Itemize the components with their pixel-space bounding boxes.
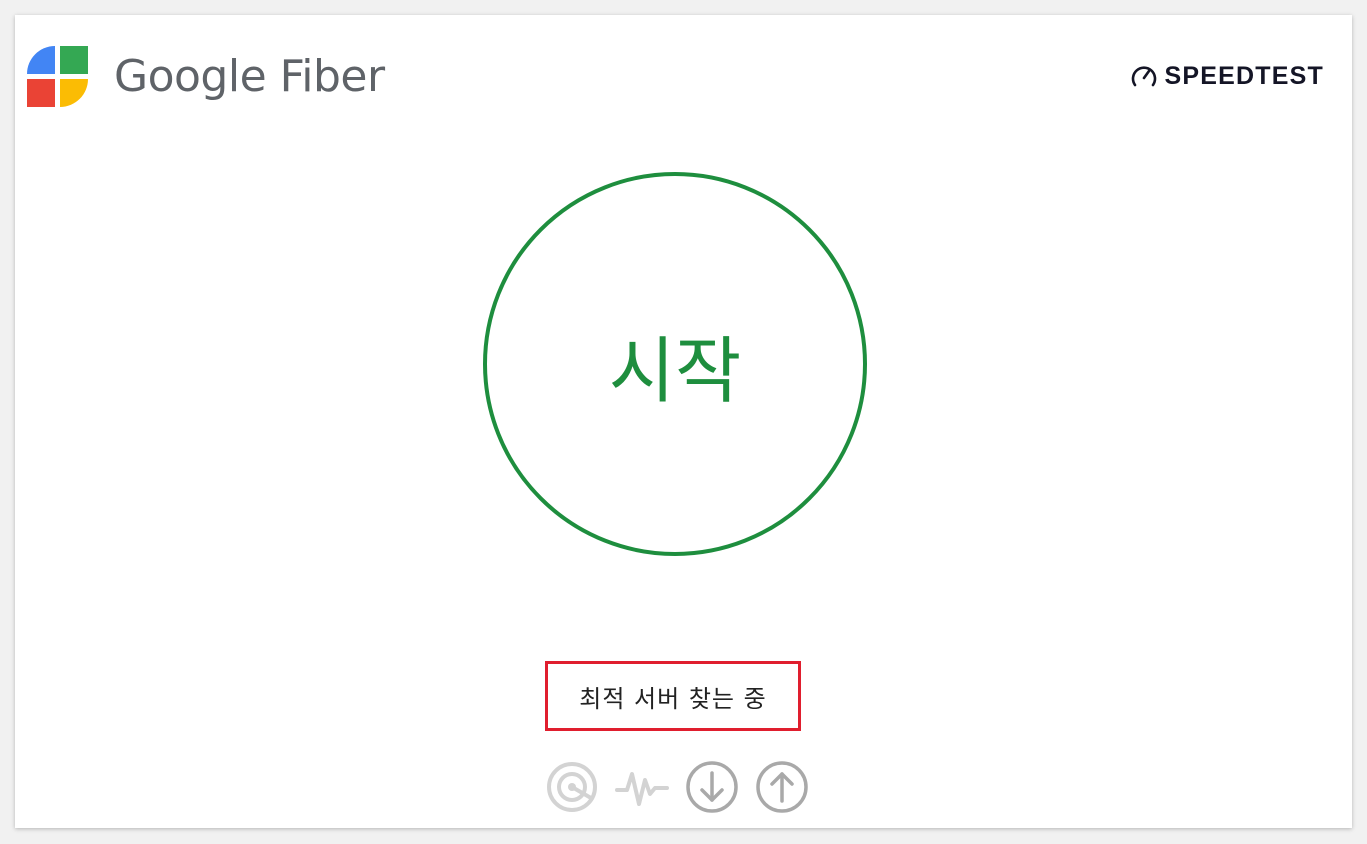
status-text: 최적 서버 찾는 중 (579, 684, 767, 713)
start-label: 시작 (608, 328, 742, 413)
upload-icon (756, 761, 808, 813)
ping-icon (547, 762, 597, 812)
status-highlight: 최적 서버 찾는 중 (545, 661, 801, 731)
download-icon (686, 761, 738, 813)
brand-name: Google Fiber (114, 50, 385, 102)
brand-header: Google Fiber (27, 45, 385, 107)
speedtest-logo[interactable]: SPEEDTEST (1129, 61, 1324, 91)
google-fiber-logo-icon (27, 45, 88, 107)
speedometer-icon (1131, 66, 1156, 87)
test-steps (545, 760, 809, 814)
start-button[interactable]: 시작 (483, 172, 867, 556)
speedtest-label: SPEEDTEST (1164, 61, 1324, 90)
jitter-icon (615, 772, 669, 806)
speedtest-card: Google Fiber SPEEDTEST 시작 최적 서버 찾는 중 (15, 15, 1352, 828)
